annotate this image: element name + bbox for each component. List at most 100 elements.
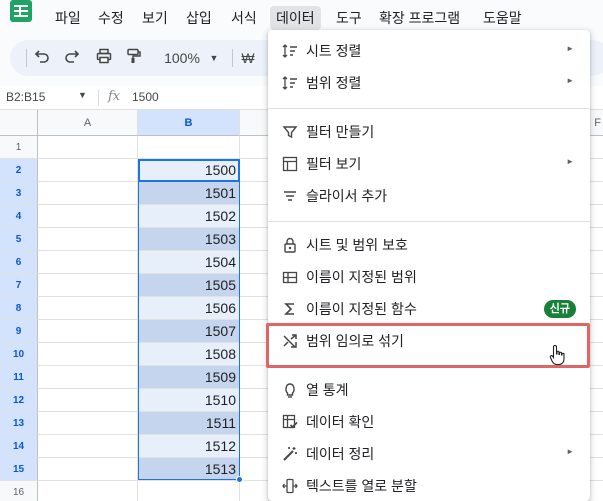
cell-b[interactable]: 1507: [138, 320, 240, 343]
cell-a[interactable]: [38, 274, 138, 297]
row-header[interactable]: 6: [0, 251, 38, 274]
row-header[interactable]: 1: [0, 136, 38, 159]
menu-view[interactable]: 보기: [136, 6, 174, 30]
cell-a[interactable]: [38, 435, 138, 458]
menu-item-filter[interactable]: 필터 만들기: [268, 116, 590, 148]
menu-item-named-range[interactable]: 이름이 지정된 범위: [268, 261, 590, 293]
cell-a[interactable]: [38, 366, 138, 389]
menu-item-sort[interactable]: 시트 정렬 ►: [268, 35, 590, 67]
menu-insert[interactable]: 삽입: [180, 6, 218, 30]
data-validation-icon: [282, 414, 298, 430]
zoom-dropdown-icon[interactable]: ▼: [208, 48, 220, 68]
cell-b[interactable]: 1504: [138, 251, 240, 274]
row-header[interactable]: 9: [0, 320, 38, 343]
cell-a[interactable]: [38, 205, 138, 228]
cell-b[interactable]: 1508: [138, 343, 240, 366]
cell-a[interactable]: [38, 136, 138, 159]
menu-tools[interactable]: 도구: [330, 6, 368, 30]
toolbar-divider: [26, 49, 27, 67]
menu-item-lock[interactable]: 시트 및 범위 보호: [268, 229, 590, 261]
menu-format[interactable]: 서식: [225, 6, 263, 30]
print-icon[interactable]: [94, 48, 114, 68]
menu-edit[interactable]: 수정: [92, 6, 130, 30]
cell-b[interactable]: 1500: [138, 159, 240, 182]
cell-b[interactable]: [138, 136, 240, 159]
submenu-arrow-icon: ►: [566, 157, 574, 166]
cell-a[interactable]: [38, 228, 138, 251]
menu-file[interactable]: 파일: [49, 6, 87, 30]
cell-a[interactable]: [38, 343, 138, 366]
cell-a[interactable]: [38, 412, 138, 435]
fill-handle[interactable]: [236, 476, 243, 483]
name-box-dropdown-icon[interactable]: ▼: [78, 90, 87, 100]
cell-b[interactable]: 1506: [138, 297, 240, 320]
row-header[interactable]: 4: [0, 205, 38, 228]
row-header[interactable]: 3: [0, 182, 38, 205]
menu-item-lightbulb[interactable]: 열 통계: [268, 374, 590, 406]
row-header[interactable]: 14: [0, 435, 38, 458]
zoom-select[interactable]: 100%: [160, 48, 204, 68]
row-header[interactable]: 13: [0, 412, 38, 435]
cell-b[interactable]: 1511: [138, 412, 240, 435]
cell-b[interactable]: 1513: [138, 458, 240, 481]
row-header[interactable]: 15: [0, 458, 38, 481]
menu-item-magic-wand[interactable]: 데이터 정리 ►: [268, 438, 590, 470]
column-header-a[interactable]: A: [38, 110, 138, 136]
redo-icon[interactable]: [62, 48, 82, 68]
cell-b[interactable]: 1510: [138, 389, 240, 412]
column-header-b[interactable]: B: [138, 110, 240, 136]
row-header[interactable]: 2: [0, 159, 38, 182]
row-header[interactable]: 10: [0, 343, 38, 366]
menu-item-label: 데이터 확인: [306, 414, 375, 430]
cell-a[interactable]: [38, 320, 138, 343]
cell-b[interactable]: 1502: [138, 205, 240, 228]
row-header[interactable]: 16: [0, 481, 38, 501]
currency-format-button[interactable]: ₩: [240, 48, 256, 68]
menu-item-label: 범위 임의로 섞기: [306, 333, 404, 349]
cell-b[interactable]: [138, 481, 240, 501]
sigma-icon: [282, 301, 298, 317]
lightbulb-icon: [282, 382, 298, 398]
cell-b[interactable]: 1505: [138, 274, 240, 297]
menu-item-split-columns[interactable]: 텍스트를 열로 분할: [268, 470, 590, 501]
row-header[interactable]: 12: [0, 389, 38, 412]
paint-format-icon[interactable]: [124, 48, 144, 68]
undo-icon[interactable]: [32, 48, 52, 68]
cell-a[interactable]: [38, 159, 138, 182]
row-header[interactable]: 7: [0, 274, 38, 297]
cell-b[interactable]: 1503: [138, 228, 240, 251]
filter-icon: [282, 124, 298, 140]
cell-b[interactable]: 1509: [138, 366, 240, 389]
select-all-corner[interactable]: [0, 110, 38, 136]
menu-item-shuffle[interactable]: 범위 임의로 섞기: [268, 325, 590, 357]
formula-input[interactable]: 1500: [132, 90, 159, 104]
menu-item-label: 필터 만들기: [306, 124, 375, 140]
row-header[interactable]: 5: [0, 228, 38, 251]
menu-help[interactable]: 도움말: [477, 6, 528, 30]
menu-item-sigma[interactable]: 이름이 지정된 함수 신규: [268, 293, 590, 325]
cell-a[interactable]: [38, 297, 138, 320]
row-header[interactable]: 8: [0, 297, 38, 320]
cell-a[interactable]: [38, 251, 138, 274]
cell-a[interactable]: [38, 389, 138, 412]
menu-item-slicer[interactable]: 슬라이서 추가: [268, 180, 590, 212]
menu-item-sort-range[interactable]: 범위 정렬 ►: [268, 67, 590, 99]
menu-item-filter-view[interactable]: 필터 보기 ►: [268, 148, 590, 180]
menu-data[interactable]: 데이터: [270, 6, 321, 30]
toolbar-divider: [232, 49, 233, 67]
name-box[interactable]: B2:B15: [6, 90, 45, 104]
cell-b[interactable]: 1501: [138, 182, 240, 205]
menu-item-data-validation[interactable]: 데이터 확인: [268, 406, 590, 438]
sheets-logo-icon[interactable]: [10, 0, 32, 22]
menu-separator: [268, 108, 590, 109]
row-header[interactable]: 11: [0, 366, 38, 389]
cell-a[interactable]: [38, 481, 138, 501]
cell-b[interactable]: 1512: [138, 435, 240, 458]
formula-divider: [98, 90, 99, 106]
cell-a[interactable]: [38, 182, 138, 205]
cell-a[interactable]: [38, 458, 138, 481]
menu-extensions[interactable]: 확장 프로그램: [373, 6, 466, 30]
lock-icon: [282, 237, 298, 253]
menu-item-label: 데이터 정리: [306, 446, 375, 462]
submenu-arrow-icon: ►: [566, 447, 574, 456]
